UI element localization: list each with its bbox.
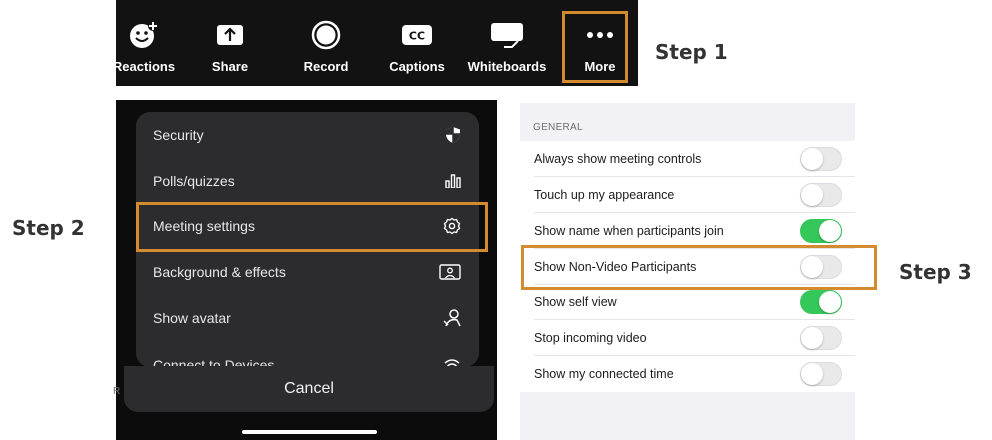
setting-row-connected-time[interactable]: Show my connected time: [520, 356, 855, 392]
menu-item-show-avatar[interactable]: Show avatar: [136, 295, 479, 340]
touch-up-toggle[interactable]: [800, 183, 842, 207]
setting-label: Show self view: [534, 295, 617, 309]
cancel-label: Cancel: [284, 380, 334, 397]
cc-icon: CC: [402, 22, 432, 48]
step3-highlight-box: [521, 245, 877, 290]
menu-item-connect-devices[interactable]: Connect to Devices: [136, 342, 479, 367]
smiley-plus-icon: [128, 21, 160, 48]
step2-label: Step 2: [12, 216, 85, 240]
home-indicator: [242, 430, 377, 434]
menu-item-label: Polls/quizzes: [153, 172, 235, 189]
captions-button[interactable]: CC Captions: [382, 0, 452, 86]
edge-partial-text: R: [113, 386, 121, 397]
record-circle-icon: [311, 20, 341, 50]
menu-item-background-effects[interactable]: Background & effects: [136, 249, 479, 294]
portrait-frame-icon: [439, 263, 461, 280]
always-show-controls-toggle[interactable]: [800, 147, 842, 171]
avatar-icon: [443, 308, 461, 328]
setting-row-touch-up[interactable]: Touch up my appearance: [520, 177, 855, 213]
general-section-header: GENERAL: [520, 103, 855, 141]
captions-label: Captions: [389, 59, 445, 74]
show-name-join-toggle[interactable]: [800, 219, 842, 243]
section-title: GENERAL: [533, 122, 583, 133]
record-button[interactable]: Record: [294, 0, 358, 86]
whiteboards-label: Whiteboards: [467, 59, 547, 74]
svg-text:CC: CC: [409, 30, 425, 43]
step2-highlight-box: [136, 202, 488, 252]
step3-label: Step 3: [899, 260, 972, 284]
share-up-arrow-icon: [216, 22, 244, 48]
whiteboard-icon: [490, 22, 524, 48]
bar-chart-icon: [445, 173, 461, 188]
setting-row-stop-incoming-video[interactable]: Stop incoming video: [520, 320, 855, 356]
reactions-button[interactable]: Reactions: [108, 0, 180, 86]
share-button[interactable]: Share: [200, 0, 260, 86]
menu-item-label: Background & effects: [153, 263, 286, 280]
menu-item-polls[interactable]: Polls/quizzes: [136, 158, 479, 203]
whiteboards-button[interactable]: Whiteboards: [462, 0, 552, 86]
step1-highlight-box: [562, 11, 628, 83]
menu-item-security[interactable]: Security: [136, 112, 479, 157]
setting-label: Show name when participants join: [534, 224, 724, 238]
setting-label: Show my connected time: [534, 367, 674, 381]
share-label: Share: [211, 59, 249, 74]
step1-label: Step 1: [655, 40, 728, 64]
connected-time-toggle[interactable]: [800, 362, 842, 386]
setting-label: Touch up my appearance: [534, 188, 675, 202]
setting-row-show-name-join[interactable]: Show name when participants join: [520, 213, 855, 249]
cancel-button[interactable]: Cancel: [124, 366, 494, 412]
menu-item-label: Show avatar: [153, 309, 231, 326]
self-view-toggle[interactable]: [800, 290, 842, 314]
stop-incoming-video-toggle[interactable]: [800, 326, 842, 350]
setting-label: Stop incoming video: [534, 331, 647, 345]
record-label: Record: [303, 59, 349, 74]
setting-row-always-show-controls[interactable]: Always show meeting controls: [520, 141, 855, 177]
reactions-label: Reactions: [112, 59, 176, 74]
menu-item-label: Security: [153, 126, 204, 143]
setting-label: Always show meeting controls: [534, 152, 702, 166]
meeting-toolbar: Reactions Share Record CC Captions White…: [113, 0, 638, 86]
shield-icon: [445, 126, 461, 144]
